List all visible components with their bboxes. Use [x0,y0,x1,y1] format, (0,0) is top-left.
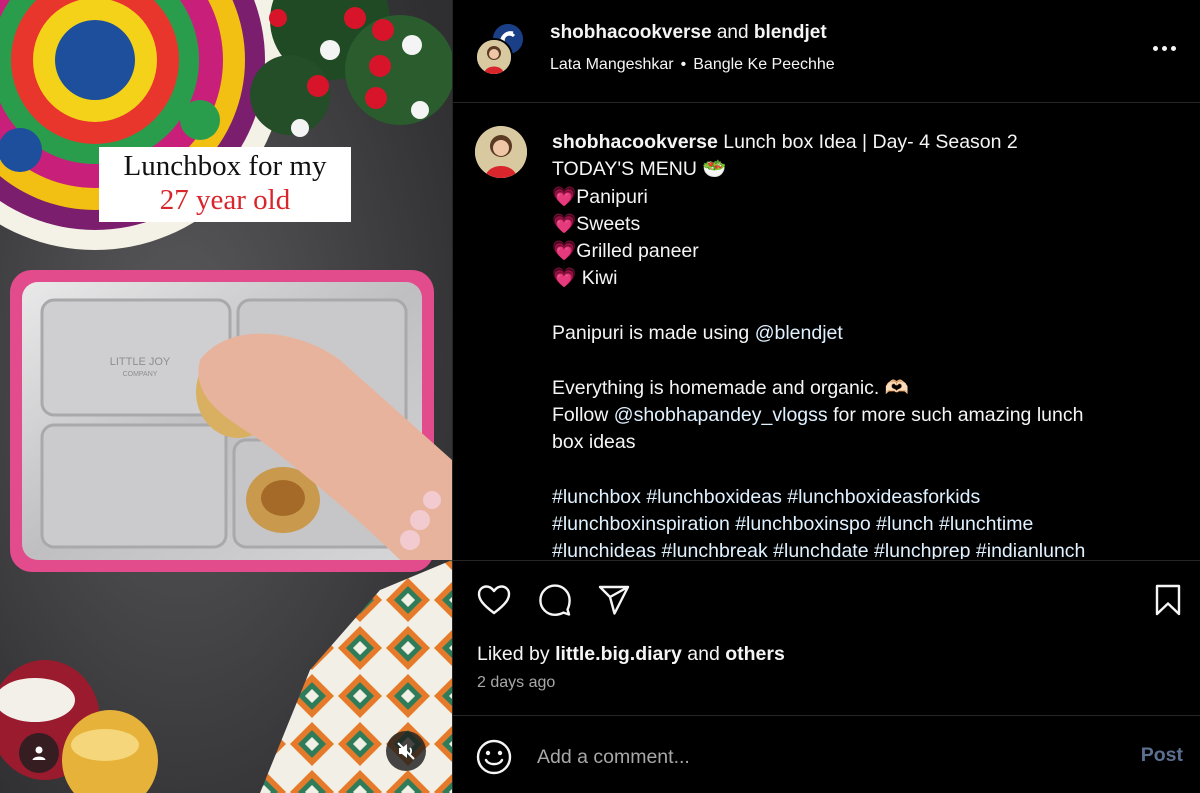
heart-icon [477,585,511,615]
caption-line: Everything is homemade and organic. 🫶🏻 [552,376,910,399]
liked-by-user[interactable]: little.big.diary [555,643,682,665]
tagged-users-button[interactable] [19,733,59,773]
more-options-button[interactable] [1149,36,1179,60]
hashtags-line[interactable]: #lunchbox #lunchboxideas #lunchboxideasf… [552,484,1172,511]
audio-separator: • [680,56,687,73]
send-icon [598,585,630,615]
author-avatars[interactable] [475,22,527,76]
like-button[interactable] [475,581,513,619]
caption-text-span: for more such amazing lunch [827,403,1084,426]
likes-and: and [687,643,720,665]
reel-video[interactable]: LITTLE JOY COMPANY Lunchbox for my 27 ye… [0,0,452,793]
likes-others-link[interactable]: others [725,643,785,665]
post-actions [453,560,1200,640]
post-panel: shobhacookverse and blendjet Lata Manges… [452,0,1200,793]
likes-prefix: Liked by [477,643,550,665]
author-photo [475,126,527,178]
authors-and: and [716,22,749,43]
comment-button[interactable] [536,581,574,619]
author-username[interactable]: shobhacookverse [550,22,712,43]
video-text-overlay: Lunchbox for my 27 year old [99,147,351,222]
tray-brand: LITTLE JOY [110,356,171,368]
save-button[interactable] [1149,581,1187,619]
caption-blank [552,457,1172,484]
audio-artist[interactable]: Lata Mangeshkar [550,56,674,73]
post-header: shobhacookverse and blendjet Lata Manges… [453,0,1200,103]
caption-blank [552,293,1172,320]
hashtags-line[interactable]: #lunchboxinspiration #lunchboxinspo #lun… [552,511,1172,538]
post-timestamp[interactable]: 2 days ago [477,674,555,692]
author-avatar[interactable] [475,38,513,76]
mute-toggle-button[interactable] [386,731,426,771]
caption-title: Lunch box Idea | Day- 4 Season 2 [723,131,1018,153]
author-photo [477,40,511,74]
caption-line: 💗 Kiwi [552,267,618,290]
caption-blank [552,347,1172,374]
caption-line: 💗Panipuri [552,185,648,208]
overlay-line-1: Lunchbox for my [123,150,327,182]
audio-track[interactable]: Bangle Ke Peechhe [693,56,834,73]
smiley-icon [476,739,512,775]
share-button[interactable] [595,581,633,619]
user-icon [32,746,46,760]
caption-text-span: Follow [552,403,614,426]
more-horizontal-icon [1152,45,1158,51]
likes-summary[interactable]: Liked by little.big.diary and others [477,643,785,666]
collaborator-username[interactable]: blendjet [754,22,827,43]
caption-scroll-area[interactable]: shobhacookverse Lunch box Idea | Day- 4 … [453,104,1200,559]
more-dot [1170,45,1176,51]
bookmark-icon [1155,584,1181,616]
caption-line: TODAY'S MENU 🥗 [552,158,727,181]
comment-icon [539,584,571,616]
reel-video-frame: LITTLE JOY COMPANY [0,0,452,793]
comment-bar: Post [453,715,1200,793]
overlay-line-2: 27 year old [159,184,291,216]
comment-input[interactable] [537,740,1097,774]
caption-line: box ideas [552,431,636,454]
caption-line: Panipuri is made using @blendjet [552,320,1172,347]
post-comment-button[interactable]: Post [1141,744,1183,767]
caption-line: shobhacookverse Lunch box Idea | Day- 4 … [552,129,1172,156]
hashtags-line[interactable]: #lunchideas #lunchbreak #lunchdate #lunc… [552,538,1172,559]
caption-username[interactable]: shobhacookverse [552,131,718,153]
emoji-picker-button[interactable] [475,738,513,776]
post-authors: shobhacookverse and blendjet [550,22,827,44]
speaker-muted-icon [397,742,415,760]
caption-author-avatar[interactable] [475,126,527,178]
mention-shobhapandey-vlogss[interactable]: @shobhapandey_vlogss [614,404,828,426]
caption-line: Follow @shobhapandey_vlogss for more suc… [552,402,1172,429]
tray-brand-sub: COMPANY [123,371,158,378]
more-dot [1161,45,1167,51]
caption-line: 💗Grilled paneer [552,240,699,263]
mention-blendjet[interactable]: @blendjet [755,322,843,344]
caption-text-span: Panipuri is made using [552,322,755,345]
caption-text: shobhacookverse Lunch box Idea | Day- 4 … [552,129,1172,559]
caption-line: 💗Sweets [552,212,641,235]
audio-info[interactable]: Lata Mangeshkar • Bangle Ke Peechhe [550,56,835,74]
